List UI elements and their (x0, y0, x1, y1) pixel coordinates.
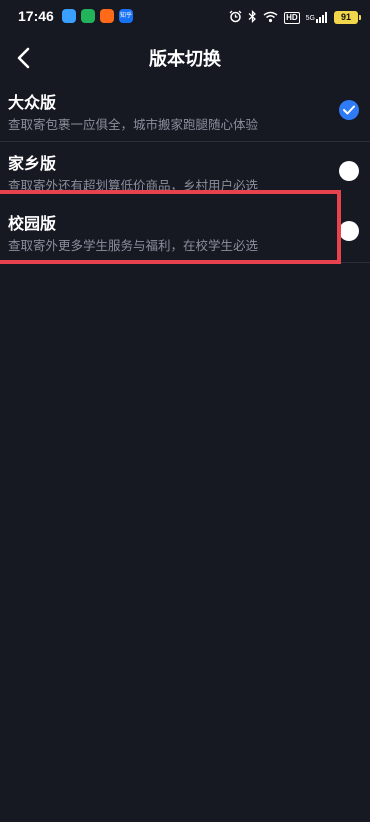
version-option-hometown[interactable]: 家乡版 查取寄外还有超划算低价商品，乡村用户必选 (0, 142, 370, 203)
radio-unselected[interactable] (339, 161, 359, 181)
page-title: 版本切换 (149, 49, 221, 70)
option-title: 大众版 (8, 93, 57, 112)
bluetooth-icon (248, 8, 257, 27)
cell-signal-icon: 5G (306, 12, 328, 23)
version-option-campus[interactable]: 校园版 查取寄外更多学生服务与福利，在校学生必选 (0, 202, 370, 263)
wifi-icon (263, 8, 278, 27)
checkmark-icon (343, 105, 355, 115)
option-description: 查取寄包裹一应俱全，城市搬家跑腿随心体验 (8, 117, 259, 132)
status-indicators: HD 5G 91 (229, 8, 361, 27)
option-title: 校园版 (8, 214, 57, 233)
signal-label: 5G (305, 15, 315, 22)
status-time: 17:46 (18, 8, 54, 24)
version-option-mass[interactable]: 大众版 查取寄包裹一应俱全，城市搬家跑腿随心体验 (0, 81, 370, 142)
battery-indicator: 91 (334, 11, 361, 24)
option-description: 查取寄外还有超划算低价商品，乡村用户必选 (8, 178, 259, 193)
alarm-icon (229, 8, 242, 27)
radio-unselected[interactable] (339, 221, 359, 241)
hd-badge: HD (284, 11, 300, 24)
option-title: 家乡版 (8, 154, 57, 173)
zhihu-notification-icon: 知乎 (119, 9, 133, 23)
notification-app-icons: 知乎 (62, 9, 133, 23)
nav-bar: 版本切换 (0, 33, 370, 85)
status-bar: 17:46 知乎 HD 5G 91 (0, 0, 370, 33)
app-notification-icon (81, 9, 95, 23)
app-notification-icon (100, 9, 114, 23)
option-description: 查取寄外更多学生服务与福利，在校学生必选 (8, 238, 259, 253)
app-notification-icon (62, 9, 76, 23)
radio-selected[interactable] (339, 100, 359, 120)
